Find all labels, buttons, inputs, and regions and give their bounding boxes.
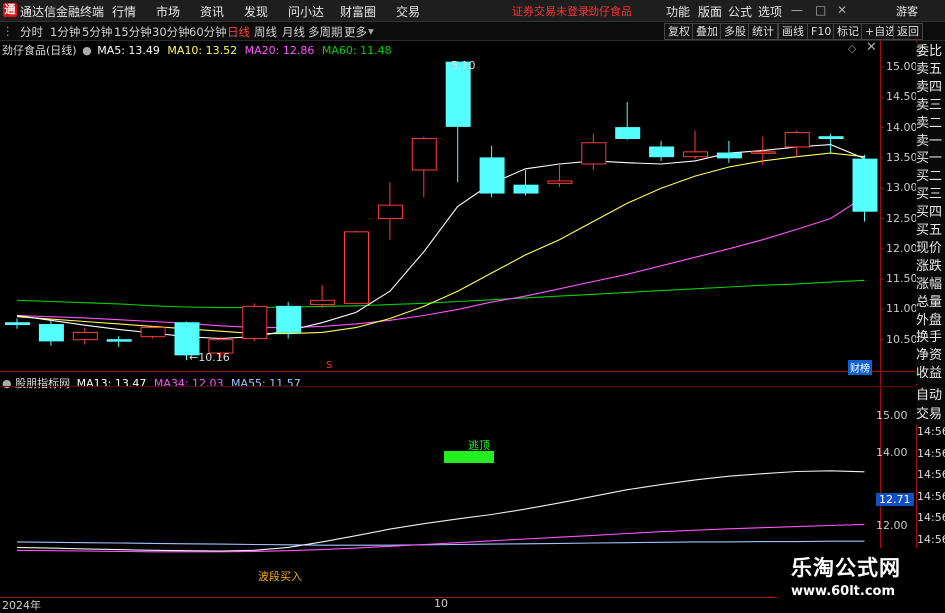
candle[interactable] bbox=[310, 285, 336, 309]
candle-body bbox=[106, 339, 132, 342]
price-tick-label: 13.50 bbox=[886, 150, 918, 164]
ma60-line bbox=[16, 279, 865, 309]
time-tick-label: 14:56 bbox=[917, 532, 945, 546]
price-tick-label: 10.50 bbox=[886, 332, 918, 346]
ma34-line bbox=[16, 523, 865, 553]
candle[interactable] bbox=[106, 336, 132, 347]
candle[interactable] bbox=[683, 130, 708, 160]
price-tick-label: 14.50 bbox=[886, 90, 918, 104]
candle-body bbox=[818, 136, 844, 140]
swing-buy-label: 波段买入 bbox=[258, 570, 302, 583]
sub-tick-label: 15.00 bbox=[876, 409, 908, 422]
candle[interactable] bbox=[649, 140, 675, 161]
price-tick-label: 12.00 bbox=[886, 241, 918, 255]
candle-body bbox=[784, 131, 810, 148]
candle[interactable] bbox=[344, 230, 369, 305]
auto-trade-label[interactable]: 交易 bbox=[916, 405, 945, 425]
time-tick-label: 14:56 bbox=[917, 425, 945, 438]
candle-body bbox=[344, 231, 369, 304]
price-tick-label: 14.00 bbox=[886, 120, 918, 134]
candle-body bbox=[479, 157, 505, 194]
candle-body bbox=[649, 146, 675, 158]
auto-trade-label[interactable]: 自动 bbox=[916, 386, 945, 406]
candle[interactable] bbox=[784, 130, 810, 157]
time-tick-label: 14:56 bbox=[917, 446, 945, 460]
sub-current-value-label: 12.71 bbox=[876, 492, 914, 506]
candle-body bbox=[38, 324, 64, 342]
candle[interactable] bbox=[411, 136, 437, 198]
quote-panel-label: 收益 bbox=[916, 364, 945, 385]
candle[interactable] bbox=[242, 303, 268, 341]
candle-body bbox=[547, 180, 573, 184]
price-tick-label: 11.00 bbox=[886, 302, 918, 316]
candle-body bbox=[513, 184, 539, 194]
candle-body bbox=[750, 151, 776, 154]
sub-tick-label: 12.00 bbox=[876, 518, 908, 532]
price-tick-label: 11.50 bbox=[886, 272, 918, 286]
candle[interactable] bbox=[5, 318, 30, 329]
kline-chart[interactable] bbox=[0, 0, 945, 609]
low-price-label: ←10.16 bbox=[189, 351, 230, 364]
candle[interactable] bbox=[615, 102, 641, 140]
price-tick-label: 13.00 bbox=[886, 181, 918, 195]
candle-body bbox=[716, 152, 742, 159]
ma13-line bbox=[16, 470, 865, 552]
candle-body bbox=[140, 327, 166, 338]
candle[interactable] bbox=[547, 163, 573, 187]
sub-tick-label: 14.00 bbox=[876, 445, 908, 459]
candle-body bbox=[276, 305, 302, 333]
price-tick-label: 15.00 bbox=[886, 60, 918, 73]
date-mid-label: 10 bbox=[434, 597, 448, 610]
candle-body bbox=[615, 127, 641, 140]
watermark: 乐淘公式网 www.60lt.com bbox=[777, 548, 945, 609]
time-tick-label: 14:56 bbox=[917, 511, 945, 524]
ma5-line bbox=[16, 144, 865, 340]
candle[interactable] bbox=[445, 60, 471, 183]
watermark-title: 乐淘公式网 bbox=[791, 556, 901, 580]
candle-body bbox=[310, 299, 336, 306]
ma20-line bbox=[16, 196, 865, 329]
price-tick-label: 12.50 bbox=[886, 211, 918, 225]
candle[interactable] bbox=[513, 170, 539, 196]
candle-body bbox=[72, 331, 98, 341]
candle[interactable] bbox=[38, 320, 64, 346]
candle[interactable] bbox=[716, 140, 742, 163]
candle[interactable] bbox=[140, 326, 166, 339]
candle[interactable] bbox=[818, 133, 844, 154]
candle-body bbox=[581, 142, 607, 165]
escape-top-label: 逃顶 bbox=[468, 439, 490, 452]
candle-body bbox=[5, 322, 30, 326]
candle-body bbox=[683, 151, 708, 158]
high-price-label: 5.10 bbox=[451, 59, 476, 72]
candle-body bbox=[852, 158, 878, 212]
time-tick-label: 14:56 bbox=[917, 489, 945, 503]
candle[interactable] bbox=[581, 133, 607, 171]
candle[interactable] bbox=[72, 327, 98, 345]
candle-body bbox=[411, 138, 437, 171]
candle[interactable] bbox=[852, 154, 878, 222]
ma10-line bbox=[16, 152, 865, 335]
candle[interactable] bbox=[479, 145, 505, 198]
candle-body bbox=[377, 204, 403, 219]
date-start-label: 2024年 bbox=[2, 599, 41, 612]
candle-body bbox=[242, 305, 268, 339]
time-tick-label: 14:56 bbox=[917, 468, 945, 481]
finance-badge[interactable]: 财榜 bbox=[848, 360, 872, 375]
watermark-url: www.60lt.com bbox=[791, 584, 896, 599]
low-price-value: 10.16 bbox=[198, 351, 230, 364]
signal-marker[interactable]: S bbox=[326, 360, 332, 371]
candle[interactable] bbox=[377, 182, 403, 240]
